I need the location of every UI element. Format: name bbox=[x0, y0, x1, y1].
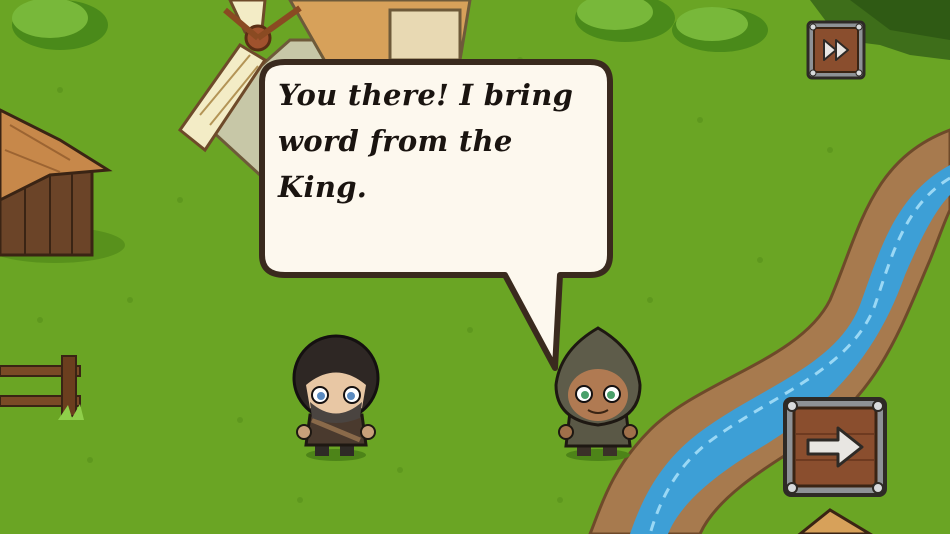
next-dialog-button[interactable] bbox=[782, 396, 888, 498]
skip-dialog-button[interactable] bbox=[806, 20, 866, 80]
dialog-line: You there! I bring bbox=[278, 78, 574, 112]
dialog-line: word from the King. bbox=[278, 124, 513, 204]
ninja-character bbox=[292, 334, 380, 461]
arrow-right-icon bbox=[783, 397, 887, 497]
dialog-text: You there! I bring word from the King. bbox=[278, 72, 598, 210]
game-scene: You there! I bring word from the King. bbox=[0, 0, 950, 534]
fast-forward-icon bbox=[806, 20, 866, 80]
